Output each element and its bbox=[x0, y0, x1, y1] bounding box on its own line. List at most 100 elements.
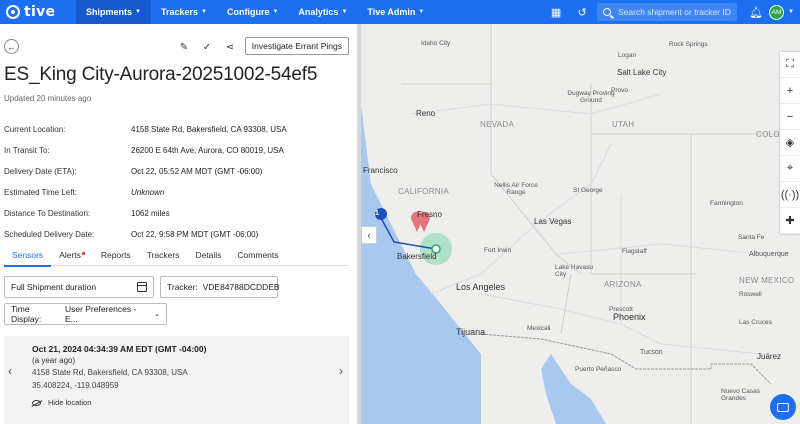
edit-icon[interactable]: ✎ bbox=[175, 38, 193, 56]
chevron-down-icon: ▼ bbox=[201, 9, 207, 15]
tab-reports[interactable]: Reports bbox=[93, 250, 139, 266]
map-label-city: Bakersfield bbox=[397, 252, 437, 261]
search-input[interactable] bbox=[618, 7, 738, 17]
map[interactable]: 1 NEVADA UTAH CALIFORNIA ARIZONA NEW MEX… bbox=[361, 24, 800, 424]
chevron-down-icon[interactable]: ▼ bbox=[788, 9, 794, 15]
shipment-details: Current Location: 4158 State Rd, Bakersfi… bbox=[4, 119, 354, 245]
shipment-panel: ← ✎ ✓ ⋖ Investigate Errant Pings ES_King… bbox=[0, 24, 357, 424]
fullscreen-icon[interactable]: ⛶ bbox=[780, 52, 800, 78]
time-display-label: Time Display: bbox=[11, 304, 42, 324]
nav-right: ▦ ↺ 🔔︎ AM ▼ bbox=[543, 0, 800, 24]
map-label-city: Juárez bbox=[757, 352, 782, 361]
detail-label: In Transit To: bbox=[4, 146, 50, 155]
shipment-title: ES_King City-Aurora-20251002-54ef5 bbox=[4, 64, 318, 85]
tive-logo[interactable]: tive bbox=[0, 0, 76, 24]
tive-logo-icon bbox=[6, 5, 20, 19]
detail-row: In Transit To: 26200 E 64th Ave, Aurora, … bbox=[4, 140, 354, 161]
detail-label: Estimated Time Left: bbox=[4, 188, 77, 197]
location-ago: (a year ago) bbox=[32, 356, 76, 365]
tab-alerts[interactable]: Alerts bbox=[51, 250, 93, 266]
search-box[interactable] bbox=[597, 3, 738, 21]
logo-text: tive bbox=[24, 4, 56, 20]
check-icon[interactable]: ✓ bbox=[198, 38, 216, 56]
map-label-city: Salt Lake City bbox=[617, 68, 667, 77]
building-icon[interactable]: ▦ bbox=[543, 0, 569, 24]
duration-picker[interactable]: Full Shipment duration bbox=[4, 276, 154, 298]
map-toolbar: ⛶ + − ◈ ⌖ ((·)) ✚ bbox=[780, 52, 800, 234]
tab-sensors[interactable]: Sensors bbox=[4, 250, 52, 267]
map-label-place: Logan bbox=[618, 52, 637, 59]
tab-trackers[interactable]: Trackers bbox=[139, 250, 188, 266]
alert-dot-icon bbox=[81, 252, 85, 255]
nav-trackers[interactable]: Trackers ▼ bbox=[151, 0, 217, 24]
tracker-select[interactable]: Tracker: VDE84788DCDDEB bbox=[160, 276, 280, 298]
tracker-id: VDE84788DCDDEB bbox=[202, 282, 280, 292]
map-label-place: Lake Havasu City bbox=[555, 264, 593, 278]
map-label-city: Phoenix bbox=[613, 312, 646, 322]
zoom-out-button[interactable]: − bbox=[780, 104, 800, 130]
map-label-city: Albuquerque bbox=[749, 251, 789, 258]
map-label-state: CALIFORNIA bbox=[398, 187, 450, 196]
chat-button[interactable] bbox=[770, 394, 796, 420]
map-label-city: Los Angeles bbox=[456, 282, 506, 292]
calendar-icon bbox=[137, 282, 147, 292]
hide-location-label: Hide location bbox=[48, 398, 92, 407]
back-button[interactable]: ← bbox=[4, 39, 19, 54]
updated-text: Updated 20 minutes ago bbox=[4, 94, 92, 103]
map-label-place: Fort Irwin bbox=[484, 247, 512, 254]
avatar[interactable]: AM bbox=[769, 4, 785, 20]
chevron-right-icon[interactable]: › bbox=[339, 364, 343, 378]
time-display-select[interactable]: Time Display: User Preferences - E... ⌄ bbox=[4, 303, 167, 325]
location-pin-icon[interactable]: ⌖ bbox=[780, 156, 800, 182]
nav-label: Tive Admin bbox=[367, 7, 416, 17]
top-nav: tive Shipments ▼ Trackers ▼ Configure ▼ Ana… bbox=[0, 0, 800, 24]
bell-icon[interactable]: 🔔︎ bbox=[743, 0, 769, 24]
collapse-panel-button[interactable]: ‹ bbox=[361, 226, 377, 244]
nav-configure[interactable]: Configure ▼ bbox=[217, 0, 288, 24]
tracker-label: Tracker: bbox=[167, 282, 198, 292]
nav-tive-admin[interactable]: Tive Admin ▼ bbox=[357, 0, 434, 24]
signal-icon[interactable]: ((·)) bbox=[780, 182, 800, 208]
nav-label: Configure bbox=[226, 7, 270, 17]
duration-value: Full Shipment duration bbox=[11, 282, 97, 292]
nav-shipments[interactable]: Shipments ▼ bbox=[76, 0, 151, 24]
detail-row: Estimated Time Left: Unknown bbox=[4, 182, 354, 203]
nav-analytics[interactable]: Analytics ▼ bbox=[288, 0, 357, 24]
nav-label: Trackers bbox=[160, 7, 199, 17]
map-label-place: Santa Fe bbox=[738, 234, 765, 241]
map-label-city: Tijuana bbox=[456, 327, 486, 337]
layers-icon[interactable]: ◈ bbox=[780, 130, 800, 156]
tab-details[interactable]: Details bbox=[187, 250, 229, 266]
detail-label: Delivery Date (ETA): bbox=[4, 167, 77, 176]
history-icon[interactable]: ↺ bbox=[569, 0, 595, 24]
map-label-place: Puerto Peñasco bbox=[575, 366, 622, 373]
location-coords: 35.408224, -119.048959 bbox=[32, 381, 119, 390]
investigate-errant-pings-button[interactable]: Investigate Errant Pings bbox=[244, 37, 349, 55]
share-icon[interactable]: ⋖ bbox=[221, 38, 239, 56]
detail-label: Scheduled Delivery Date: bbox=[4, 230, 95, 239]
map-label-place: Idaho City bbox=[421, 40, 451, 47]
chevron-left-icon[interactable]: ‹ bbox=[8, 364, 12, 378]
time-display-value: User Preferences - E... bbox=[64, 304, 137, 324]
hide-location-button[interactable]: Hide location bbox=[32, 398, 91, 407]
detail-value: Oct 22, 05:52 AM MDT (GMT -06:00) bbox=[131, 167, 263, 176]
map-label-place: Las Cruces bbox=[739, 319, 772, 326]
map-label-place: Dugway Proving Ground bbox=[567, 90, 615, 104]
map-label-place: Roswell bbox=[739, 291, 762, 298]
map-label-place: Nellis Air Force Range bbox=[494, 182, 538, 196]
chevron-down-icon: ▼ bbox=[135, 9, 141, 15]
location-address: 4158 State Rd, Bakersfield, CA 93308, US… bbox=[32, 368, 188, 377]
map-label-state: NEVADA bbox=[480, 120, 515, 129]
chevron-down-icon: ▼ bbox=[272, 9, 279, 15]
tab-comments[interactable]: Comments bbox=[229, 250, 286, 266]
detail-value: 1062 miles bbox=[131, 209, 170, 218]
nav-label: Shipments bbox=[86, 7, 133, 17]
map-label-state: ARIZONA bbox=[604, 280, 642, 289]
geofence-icon[interactable]: ✚ bbox=[780, 208, 800, 234]
location-card: ‹ Oct 21, 2024 04:34:39 AM EDT (GMT -04:… bbox=[4, 336, 349, 424]
zoom-in-button[interactable]: + bbox=[780, 78, 800, 104]
chevron-down-icon: ⌄ bbox=[154, 311, 160, 318]
detail-value: 26200 E 64th Ave, Aurora, CO 80019, USA bbox=[131, 146, 284, 155]
tab-label: Alerts bbox=[59, 250, 81, 260]
detail-row: Current Location: 4158 State Rd, Bakersfi… bbox=[4, 119, 354, 140]
